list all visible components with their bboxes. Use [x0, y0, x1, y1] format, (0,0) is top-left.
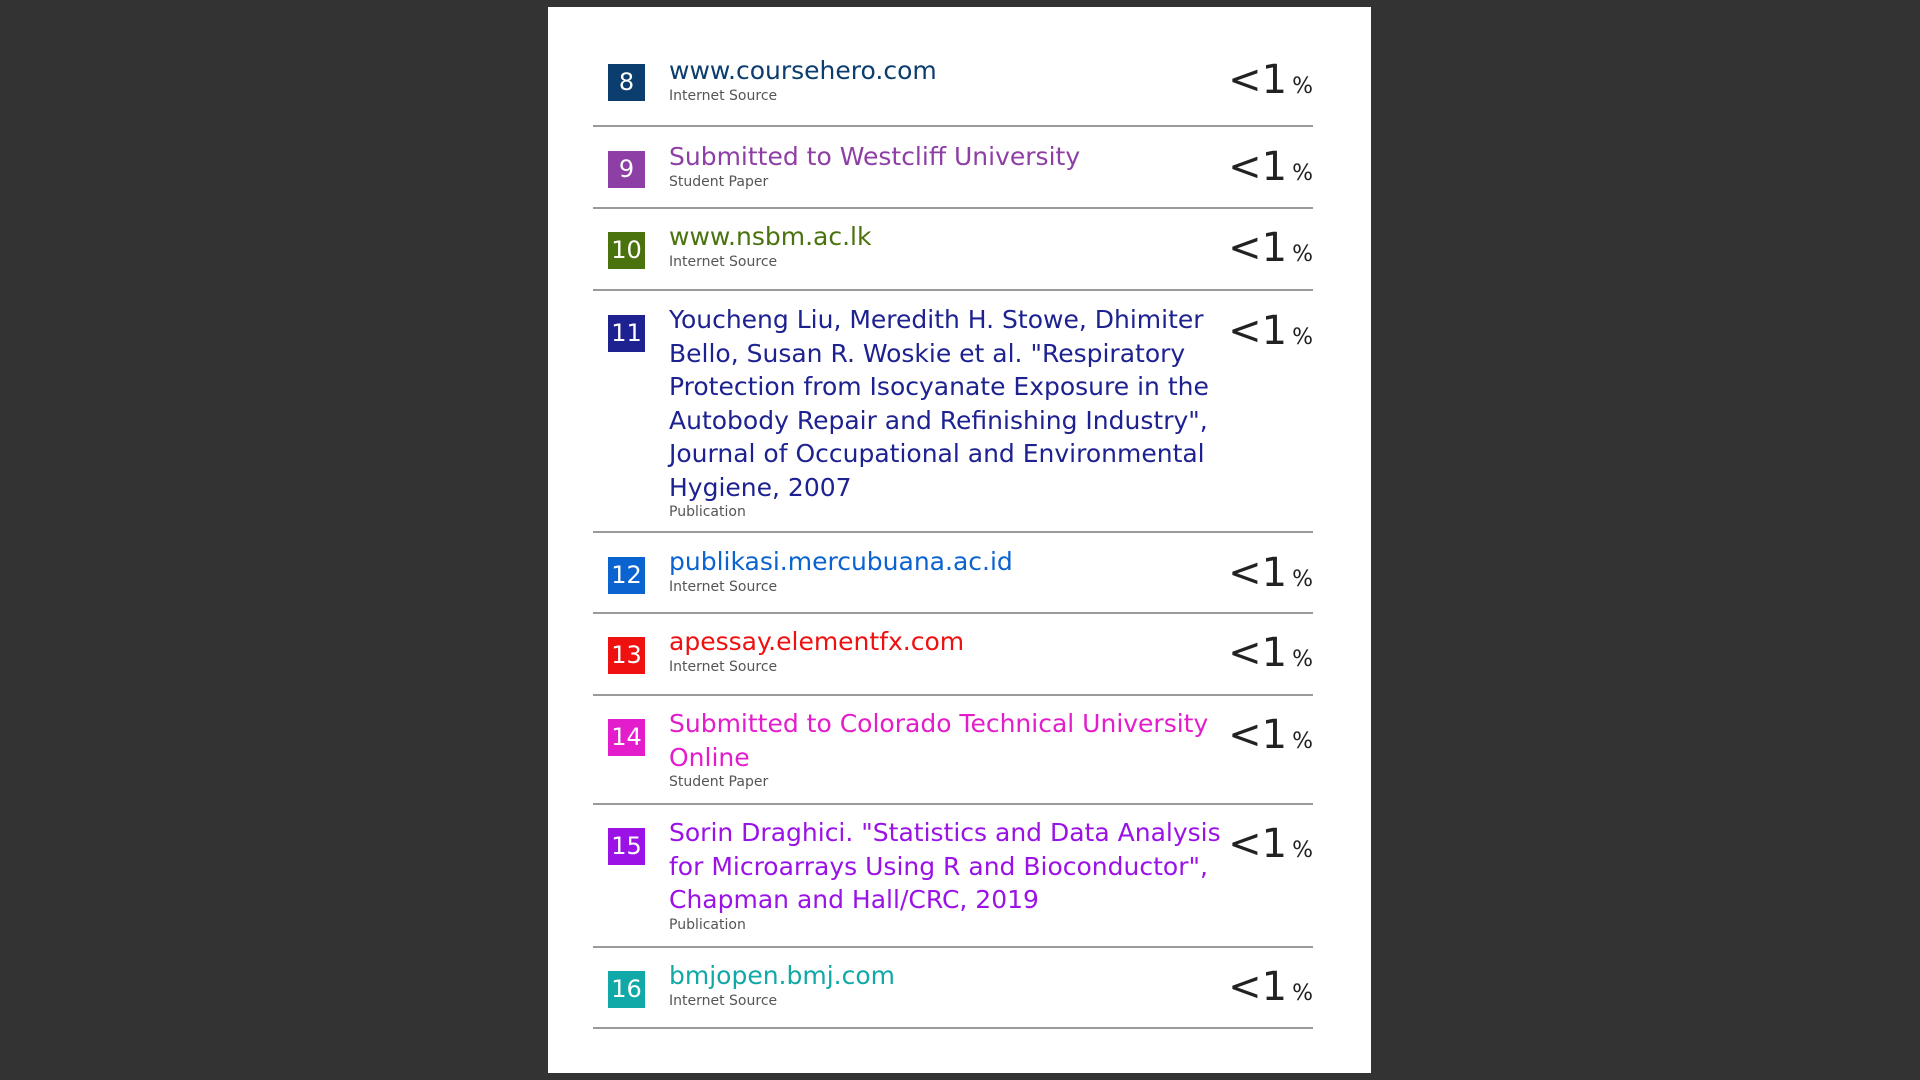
source-type: Publication [669, 504, 746, 520]
source-number-badge: 10 [608, 232, 645, 269]
source-percentage: <1% [1228, 57, 1313, 103]
source-percentage: <1% [1228, 630, 1313, 676]
source-title[interactable]: bmjopen.bmj.com [669, 959, 1189, 993]
source-type: Internet Source [669, 992, 778, 1009]
source-row: 14 Submitted to Colorado Technical Unive… [593, 696, 1313, 805]
source-type: Internet Source [669, 658, 778, 675]
source-title[interactable]: Sorin Draghici. "Statistics and Data Ana… [669, 816, 1221, 917]
source-row: 10 www.nsbm.ac.lk Internet Source <1% [593, 209, 1313, 291]
source-number-badge: 11 [608, 315, 645, 352]
source-percentage: <1% [1228, 712, 1313, 758]
source-title[interactable]: publikasi.mercubuana.ac.id [669, 545, 1189, 579]
source-type: Internet Source [669, 87, 778, 104]
source-row: 8 www.coursehero.com Internet Source <1% [593, 45, 1313, 127]
source-number-badge: 15 [608, 828, 645, 865]
document-page: 8 www.coursehero.com Internet Source <1%… [548, 7, 1371, 1073]
source-number-badge: 8 [608, 64, 645, 101]
source-row: 11 Youcheng Liu, Meredith H. Stowe, Dhim… [593, 291, 1313, 533]
source-percentage: <1% [1228, 144, 1313, 190]
similarity-source-list: 8 www.coursehero.com Internet Source <1%… [593, 45, 1313, 1029]
source-row: 9 Submitted to Westcliff University Stud… [593, 127, 1313, 209]
source-title[interactable]: Submitted to Westcliff University [669, 140, 1189, 174]
source-percentage: <1% [1228, 225, 1313, 271]
source-type: Student Paper [669, 774, 769, 790]
source-title[interactable]: Submitted to Colorado Technical Universi… [669, 707, 1208, 774]
source-type: Student Paper [669, 173, 769, 190]
source-row: 15 Sorin Draghici. "Statistics and Data … [593, 805, 1313, 948]
source-title[interactable]: www.nsbm.ac.lk [669, 220, 1189, 254]
source-number-badge: 9 [608, 151, 645, 188]
source-type: Publication [669, 916, 746, 933]
source-row: 13 apessay.elementfx.com Internet Source… [593, 614, 1313, 696]
source-number-badge: 12 [608, 557, 645, 594]
source-title[interactable]: Youcheng Liu, Meredith H. Stowe, Dhimite… [669, 303, 1209, 504]
source-number-badge: 16 [608, 971, 645, 1008]
source-percentage: <1% [1228, 550, 1313, 596]
source-title[interactable]: www.coursehero.com [669, 54, 1189, 88]
source-title[interactable]: apessay.elementfx.com [669, 625, 1189, 659]
source-type: Internet Source [669, 578, 778, 595]
source-percentage: <1% [1228, 964, 1313, 1010]
source-percentage: <1% [1228, 821, 1313, 867]
source-number-badge: 13 [608, 637, 645, 674]
source-number-badge: 14 [608, 719, 645, 756]
source-row: 12 publikasi.mercubuana.ac.id Internet S… [593, 533, 1313, 614]
source-type: Internet Source [669, 253, 778, 270]
source-row: 16 bmjopen.bmj.com Internet Source <1% [593, 948, 1313, 1029]
source-percentage: <1% [1228, 308, 1313, 354]
